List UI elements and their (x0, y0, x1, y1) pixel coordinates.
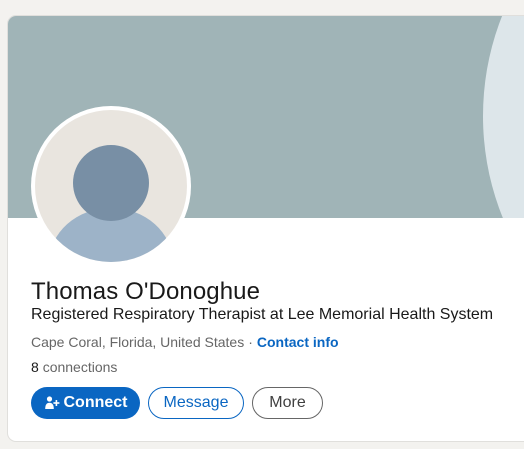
profile-actions: Connect Message More (31, 387, 323, 419)
profile-headline: Registered Respiratory Therapist at Lee … (31, 306, 494, 323)
location-row: Cape Coral, Florida, United States · Conta… (31, 334, 339, 350)
more-button[interactable]: More (252, 387, 323, 419)
connect-button-label: Connect (63, 394, 128, 411)
message-button[interactable]: Message (148, 387, 244, 419)
profile-name: Thomas O'Donoghue (31, 278, 261, 305)
connections-number: 8 (31, 359, 39, 375)
profile-card: Thomas O'Donoghue Registered Respiratory… (8, 16, 524, 441)
profile-avatar[interactable] (31, 106, 191, 266)
avatar-head-shape (73, 145, 149, 221)
message-button-label: Message (163, 394, 229, 411)
default-avatar-icon (35, 110, 187, 262)
connections-count[interactable]: 8 connections (31, 359, 117, 375)
banner-arc-shape (483, 16, 524, 218)
connect-button[interactable]: Connect (31, 387, 140, 419)
connections-label: connections (42, 359, 118, 375)
contact-info-link[interactable]: Contact info (257, 334, 339, 350)
add-person-icon (44, 395, 60, 411)
more-button-label: More (269, 394, 306, 411)
separator-dot: · (248, 334, 253, 350)
profile-location: Cape Coral, Florida, United States (31, 334, 245, 350)
